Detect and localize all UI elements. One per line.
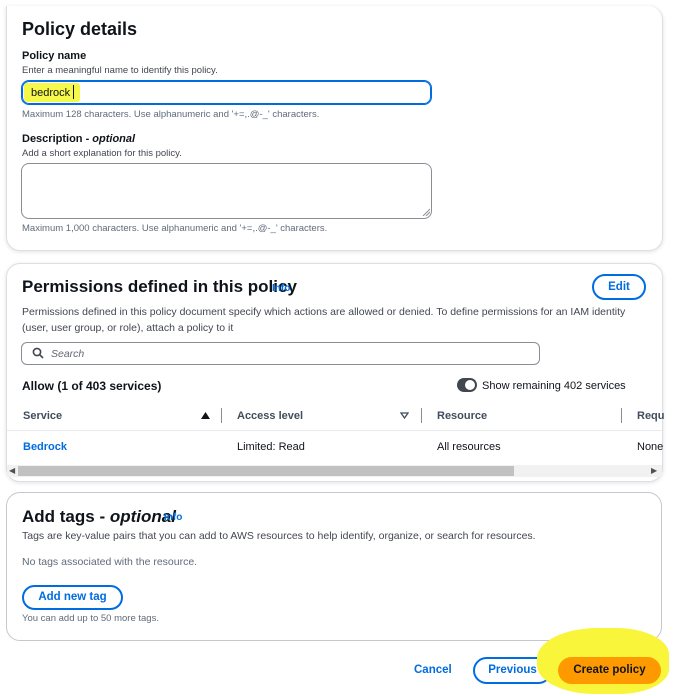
scroll-right-icon[interactable]: ▶ (651, 465, 657, 477)
access-level-cell: Limited: Read (237, 441, 305, 453)
scrollbar-thumb[interactable] (18, 466, 514, 476)
table-divider (7, 430, 662, 431)
column-header-access-level[interactable]: Access level (237, 410, 303, 422)
policy-name-description: Enter a meaningful name to identify this… (22, 65, 218, 76)
text-caret (73, 85, 74, 99)
policy-name-constraint: Maximum 128 characters. Use alphanumeric… (22, 109, 320, 120)
search-icon (32, 347, 44, 359)
cancel-button[interactable]: Cancel (414, 664, 452, 676)
create-policy-button[interactable]: Create policy (558, 657, 661, 684)
request-condition-cell: None (637, 441, 664, 453)
add-new-tag-button[interactable]: Add new tag (22, 585, 123, 610)
edit-button[interactable]: Edit (592, 274, 646, 300)
policy-name-input[interactable] (21, 80, 432, 105)
description-constraint: Maximum 1,000 characters. Use alphanumer… (22, 223, 328, 234)
policy-details-title: Policy details (22, 19, 138, 39)
no-tags-text: No tags associated with the resource. (22, 556, 198, 568)
tags-info-link[interactable]: Info (164, 512, 182, 523)
service-link[interactable]: Bedrock (23, 441, 67, 453)
scroll-left-icon[interactable]: ◀ (9, 465, 15, 477)
column-separator[interactable] (221, 408, 222, 423)
description-textarea[interactable] (21, 163, 432, 219)
policy-name-label: Policy name (22, 50, 87, 62)
column-header-service[interactable]: Service (23, 410, 62, 422)
tags-title-text: Add tags - (22, 507, 110, 526)
description-hint: Add a short explanation for this policy. (22, 148, 182, 159)
allow-summary: Allow (1 of 403 services) (22, 379, 162, 393)
search-input[interactable] (21, 342, 540, 365)
description-optional-text: optional (92, 133, 136, 145)
policy-name-value[interactable]: bedrock (31, 87, 70, 99)
column-header-request[interactable]: Requ (637, 410, 665, 422)
description-label-text: Description - (22, 133, 93, 145)
tags-title: Add tags - optional (22, 507, 176, 527)
search-placeholder: Search (51, 348, 85, 360)
sort-ascending-icon[interactable] (201, 412, 210, 419)
column-header-resource[interactable]: Resource (437, 410, 487, 422)
toggle-switch (465, 380, 475, 390)
column-separator[interactable] (421, 408, 422, 423)
description-label: Description - optional (22, 133, 135, 145)
permissions-info-link[interactable]: Info (272, 283, 290, 294)
resource-cell: All resources (437, 441, 501, 453)
show-remaining-label: Show remaining 402 services (482, 380, 626, 392)
permissions-title: Permissions defined in this policy (22, 277, 297, 296)
column-separator[interactable] (621, 408, 622, 423)
permissions-description: Permissions defined in this policy docum… (22, 306, 626, 334)
resize-grip-icon[interactable] (422, 208, 430, 216)
tags-limit-hint: You can add up to 50 more tags. (22, 613, 159, 624)
tags-description: Tags are key-value pairs that you can ad… (22, 530, 536, 542)
sort-descending-icon[interactable] (400, 412, 409, 419)
